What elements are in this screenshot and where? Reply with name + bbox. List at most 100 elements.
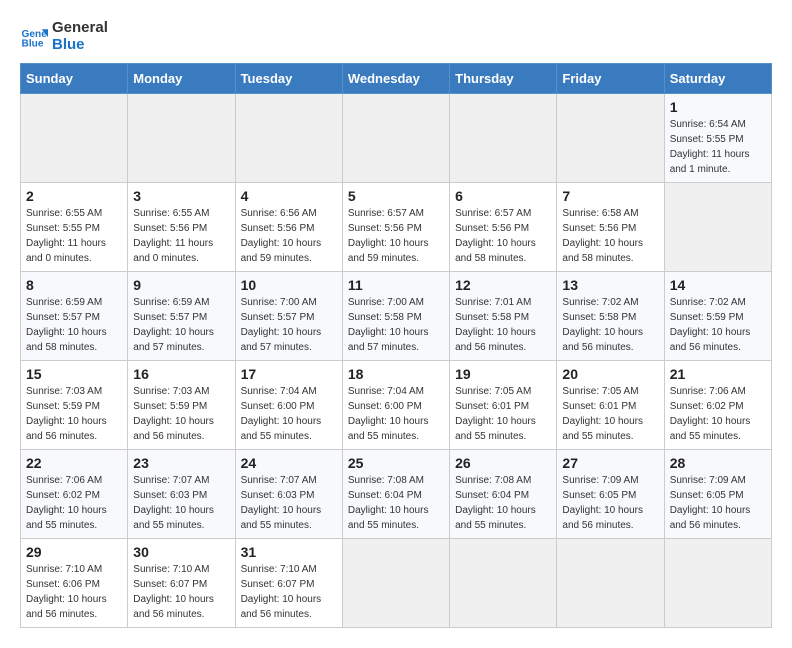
- day-info: Sunrise: 7:00 AMSunset: 5:57 PMDaylight:…: [241, 295, 337, 355]
- calendar-table: SundayMondayTuesdayWednesdayThursdayFrid…: [20, 63, 772, 628]
- week-row-5: 29 Sunrise: 7:10 AMSunset: 6:06 PMDaylig…: [21, 539, 772, 628]
- day-info: Sunrise: 7:08 AMSunset: 6:04 PMDaylight:…: [455, 473, 551, 533]
- day-number: 3: [133, 188, 229, 204]
- calendar-cell: 1 Sunrise: 6:54 AMSunset: 5:55 PMDayligh…: [664, 94, 771, 183]
- calendar-cell: [664, 539, 771, 628]
- day-info: Sunrise: 7:09 AMSunset: 6:05 PMDaylight:…: [670, 473, 766, 533]
- day-info: Sunrise: 7:00 AMSunset: 5:58 PMDaylight:…: [348, 295, 444, 355]
- day-number: 22: [26, 455, 122, 471]
- day-info: Sunrise: 7:03 AMSunset: 5:59 PMDaylight:…: [133, 384, 229, 444]
- day-number: 26: [455, 455, 551, 471]
- day-info: Sunrise: 6:57 AMSunset: 5:56 PMDaylight:…: [455, 206, 551, 266]
- day-header-thursday: Thursday: [450, 64, 557, 94]
- day-info: Sunrise: 6:56 AMSunset: 5:56 PMDaylight:…: [241, 206, 337, 266]
- day-info: Sunrise: 6:59 AMSunset: 5:57 PMDaylight:…: [133, 295, 229, 355]
- calendar-cell: 8 Sunrise: 6:59 AMSunset: 5:57 PMDayligh…: [21, 272, 128, 361]
- day-number: 17: [241, 366, 337, 382]
- calendar-cell: 5 Sunrise: 6:57 AMSunset: 5:56 PMDayligh…: [342, 183, 449, 272]
- day-info: Sunrise: 7:02 AMSunset: 5:59 PMDaylight:…: [670, 295, 766, 355]
- calendar-cell: [664, 183, 771, 272]
- calendar-cell: 11 Sunrise: 7:00 AMSunset: 5:58 PMDaylig…: [342, 272, 449, 361]
- svg-text:Blue: Blue: [22, 38, 44, 49]
- day-number: 10: [241, 277, 337, 293]
- day-header-monday: Monday: [128, 64, 235, 94]
- day-number: 31: [241, 544, 337, 560]
- day-number: 15: [26, 366, 122, 382]
- header: General Blue General Blue: [20, 20, 772, 53]
- day-info: Sunrise: 7:07 AMSunset: 6:03 PMDaylight:…: [133, 473, 229, 533]
- calendar-cell: 31 Sunrise: 7:10 AMSunset: 6:07 PMDaylig…: [235, 539, 342, 628]
- day-info: Sunrise: 7:08 AMSunset: 6:04 PMDaylight:…: [348, 473, 444, 533]
- day-number: 1: [670, 99, 766, 115]
- calendar-cell: 28 Sunrise: 7:09 AMSunset: 6:05 PMDaylig…: [664, 450, 771, 539]
- day-number: 30: [133, 544, 229, 560]
- day-info: Sunrise: 7:05 AMSunset: 6:01 PMDaylight:…: [455, 384, 551, 444]
- day-header-sunday: Sunday: [21, 64, 128, 94]
- day-info: Sunrise: 7:06 AMSunset: 6:02 PMDaylight:…: [26, 473, 122, 533]
- day-number: 25: [348, 455, 444, 471]
- calendar-cell: 29 Sunrise: 7:10 AMSunset: 6:06 PMDaylig…: [21, 539, 128, 628]
- logo-blue: Blue: [52, 37, 108, 54]
- day-number: 9: [133, 277, 229, 293]
- calendar-header: SundayMondayTuesdayWednesdayThursdayFrid…: [21, 64, 772, 94]
- day-info: Sunrise: 7:06 AMSunset: 6:02 PMDaylight:…: [670, 384, 766, 444]
- day-number: 16: [133, 366, 229, 382]
- header-row: SundayMondayTuesdayWednesdayThursdayFrid…: [21, 64, 772, 94]
- day-info: Sunrise: 6:55 AMSunset: 5:55 PMDaylight:…: [26, 206, 122, 266]
- day-number: 27: [562, 455, 658, 471]
- day-number: 24: [241, 455, 337, 471]
- day-number: 18: [348, 366, 444, 382]
- day-number: 5: [348, 188, 444, 204]
- day-number: 14: [670, 277, 766, 293]
- calendar-cell: [557, 539, 664, 628]
- calendar-cell: 7 Sunrise: 6:58 AMSunset: 5:56 PMDayligh…: [557, 183, 664, 272]
- day-number: 28: [670, 455, 766, 471]
- day-info: Sunrise: 7:05 AMSunset: 6:01 PMDaylight:…: [562, 384, 658, 444]
- calendar-cell: 2 Sunrise: 6:55 AMSunset: 5:55 PMDayligh…: [21, 183, 128, 272]
- calendar-cell: 10 Sunrise: 7:00 AMSunset: 5:57 PMDaylig…: [235, 272, 342, 361]
- calendar-cell: [128, 94, 235, 183]
- day-number: 7: [562, 188, 658, 204]
- calendar-cell: [342, 94, 449, 183]
- calendar-cell: 23 Sunrise: 7:07 AMSunset: 6:03 PMDaylig…: [128, 450, 235, 539]
- calendar-cell: 12 Sunrise: 7:01 AMSunset: 5:58 PMDaylig…: [450, 272, 557, 361]
- calendar-cell: [450, 94, 557, 183]
- calendar-cell: 30 Sunrise: 7:10 AMSunset: 6:07 PMDaylig…: [128, 539, 235, 628]
- logo: General Blue General Blue: [20, 20, 108, 53]
- day-number: 29: [26, 544, 122, 560]
- day-number: 2: [26, 188, 122, 204]
- day-info: Sunrise: 7:10 AMSunset: 6:07 PMDaylight:…: [133, 562, 229, 622]
- day-info: Sunrise: 7:07 AMSunset: 6:03 PMDaylight:…: [241, 473, 337, 533]
- week-row-0: 1 Sunrise: 6:54 AMSunset: 5:55 PMDayligh…: [21, 94, 772, 183]
- calendar-cell: 20 Sunrise: 7:05 AMSunset: 6:01 PMDaylig…: [557, 361, 664, 450]
- day-header-wednesday: Wednesday: [342, 64, 449, 94]
- calendar-cell: 25 Sunrise: 7:08 AMSunset: 6:04 PMDaylig…: [342, 450, 449, 539]
- week-row-2: 8 Sunrise: 6:59 AMSunset: 5:57 PMDayligh…: [21, 272, 772, 361]
- day-number: 21: [670, 366, 766, 382]
- calendar-cell: [21, 94, 128, 183]
- day-info: Sunrise: 7:09 AMSunset: 6:05 PMDaylight:…: [562, 473, 658, 533]
- calendar-cell: 27 Sunrise: 7:09 AMSunset: 6:05 PMDaylig…: [557, 450, 664, 539]
- day-header-friday: Friday: [557, 64, 664, 94]
- day-info: Sunrise: 7:10 AMSunset: 6:07 PMDaylight:…: [241, 562, 337, 622]
- calendar-cell: 9 Sunrise: 6:59 AMSunset: 5:57 PMDayligh…: [128, 272, 235, 361]
- calendar-cell: 6 Sunrise: 6:57 AMSunset: 5:56 PMDayligh…: [450, 183, 557, 272]
- calendar-cell: 24 Sunrise: 7:07 AMSunset: 6:03 PMDaylig…: [235, 450, 342, 539]
- calendar-cell: 18 Sunrise: 7:04 AMSunset: 6:00 PMDaylig…: [342, 361, 449, 450]
- week-row-1: 2 Sunrise: 6:55 AMSunset: 5:55 PMDayligh…: [21, 183, 772, 272]
- day-info: Sunrise: 7:01 AMSunset: 5:58 PMDaylight:…: [455, 295, 551, 355]
- calendar-cell: 17 Sunrise: 7:04 AMSunset: 6:00 PMDaylig…: [235, 361, 342, 450]
- calendar-cell: 3 Sunrise: 6:55 AMSunset: 5:56 PMDayligh…: [128, 183, 235, 272]
- day-info: Sunrise: 6:57 AMSunset: 5:56 PMDaylight:…: [348, 206, 444, 266]
- day-header-tuesday: Tuesday: [235, 64, 342, 94]
- day-number: 23: [133, 455, 229, 471]
- calendar-cell: [557, 94, 664, 183]
- day-info: Sunrise: 7:04 AMSunset: 6:00 PMDaylight:…: [241, 384, 337, 444]
- calendar-cell: 15 Sunrise: 7:03 AMSunset: 5:59 PMDaylig…: [21, 361, 128, 450]
- day-info: Sunrise: 6:58 AMSunset: 5:56 PMDaylight:…: [562, 206, 658, 266]
- day-number: 4: [241, 188, 337, 204]
- logo-general: General: [52, 20, 108, 37]
- day-info: Sunrise: 6:59 AMSunset: 5:57 PMDaylight:…: [26, 295, 122, 355]
- calendar-cell: [450, 539, 557, 628]
- calendar-cell: 22 Sunrise: 7:06 AMSunset: 6:02 PMDaylig…: [21, 450, 128, 539]
